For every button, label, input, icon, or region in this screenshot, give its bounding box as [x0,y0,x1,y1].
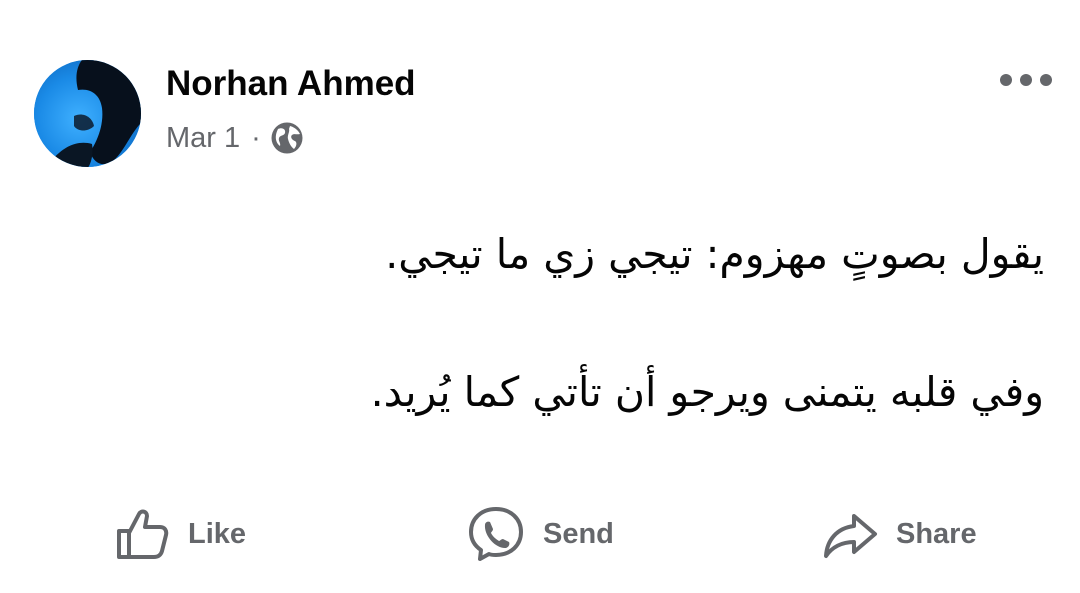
meta-separator: · [251,121,261,154]
more-options-button[interactable] [996,62,1056,98]
send-button[interactable]: Send [467,496,614,572]
post-text-line: يقول بصوتٍ مهزوم: تيجي زي ما تيجي. [385,230,1044,278]
action-bar: Like Send Share [0,496,1080,572]
share-label: Share [896,517,977,550]
globe-icon[interactable] [270,121,304,155]
avatar[interactable] [34,60,141,167]
more-options-icon [1000,74,1052,86]
thumbs-up-icon [114,506,170,562]
post-meta: Mar 1 · [166,116,304,160]
share-button[interactable]: Share [822,496,977,572]
post-text-line: وفي قلبه يتمنى ويرجو أن تأتي كما يُريد. [370,368,1044,416]
like-button[interactable]: Like [114,496,246,572]
author-name[interactable]: Norhan Ahmed [166,60,416,108]
messenger-icon [467,505,525,563]
post-text: يقول بصوتٍ مهزوم: تيجي زي ما تيجي. وفي ق… [84,218,1044,428]
send-label: Send [543,517,614,550]
like-label: Like [188,517,247,550]
share-arrow-icon [822,506,878,562]
post-date[interactable]: Mar 1 [166,122,240,155]
avatar-photo [34,60,141,167]
